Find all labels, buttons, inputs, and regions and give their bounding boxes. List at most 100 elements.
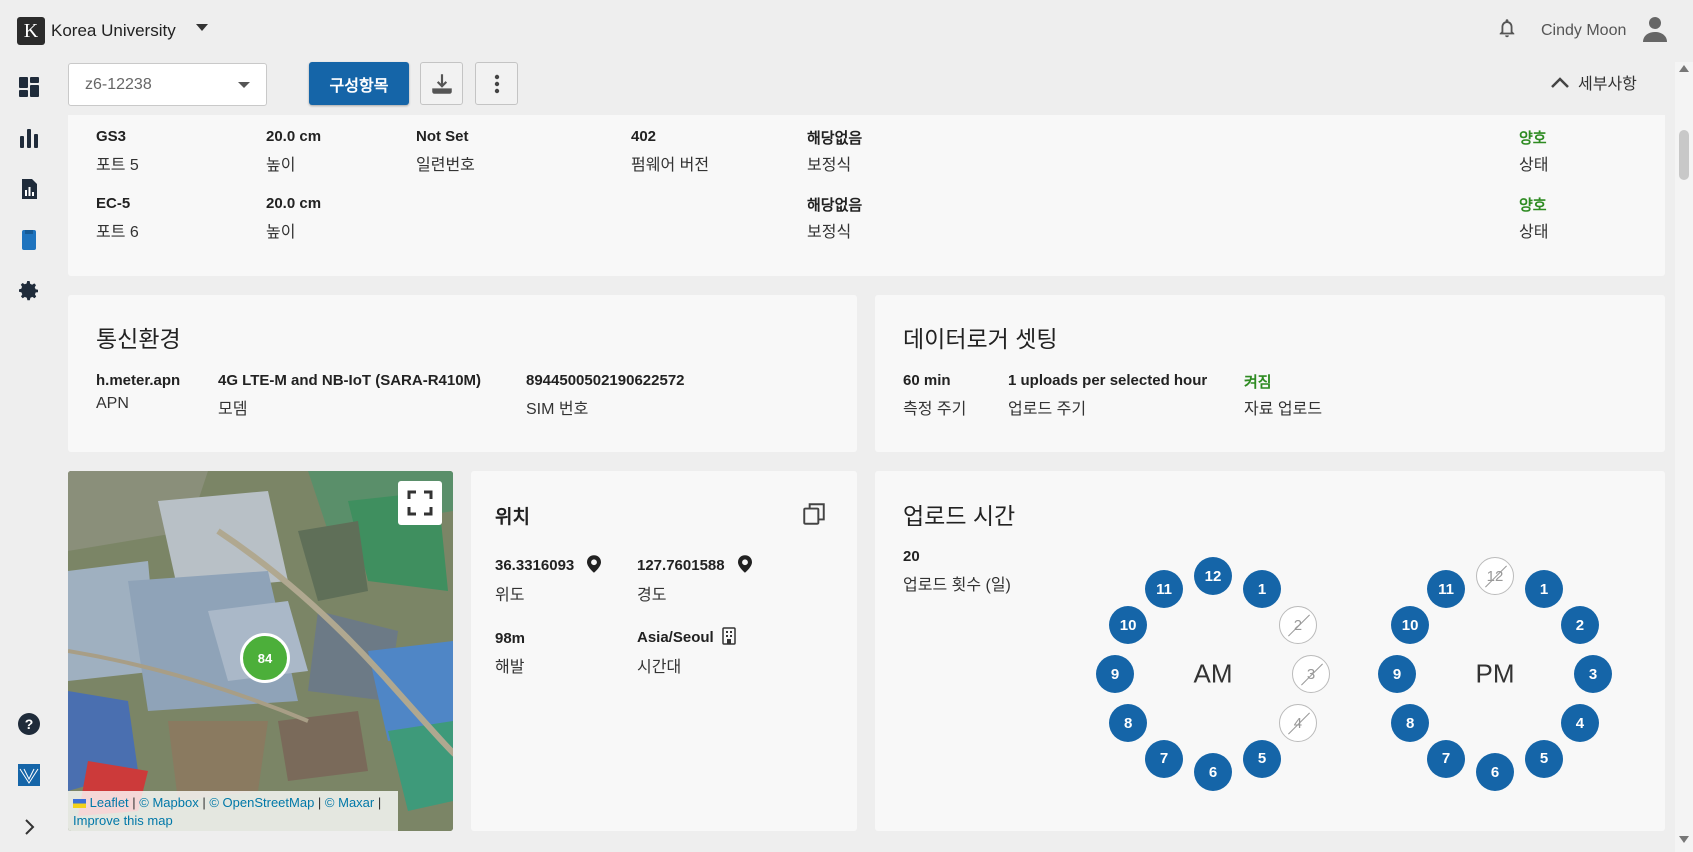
sim-label: SIM 번호 (526, 401, 589, 418)
dashboard-icon[interactable] (17, 75, 41, 99)
mapbox-link[interactable]: © Mapbox (139, 795, 198, 810)
interval-label: 측정 주기 (903, 401, 967, 418)
download-button[interactable] (420, 62, 463, 105)
sensor-serial: Not Set (416, 128, 469, 145)
fullscreen-button[interactable] (398, 481, 442, 525)
am-hour-9-on[interactable]: 9 (1096, 655, 1134, 693)
am-hour-11-on[interactable]: 11 (1145, 570, 1183, 609)
expand-chevron-icon[interactable] (17, 815, 41, 839)
am-hour-4-off[interactable]: 4 (1278, 704, 1317, 742)
maxar-link[interactable]: © Maxar (325, 795, 374, 810)
map-cluster-marker[interactable]: 84 (240, 633, 290, 683)
chevron-down-icon (238, 82, 250, 88)
building-icon (722, 627, 736, 645)
pm-hour-5-on[interactable]: 5 (1525, 739, 1563, 778)
download-icon (431, 73, 452, 94)
details-toggle-label: 세부사항 (1578, 76, 1637, 93)
sensor-name: GS3 (96, 128, 127, 145)
upload-count-value: 20 (903, 548, 920, 565)
pm-hour-12-off[interactable]: 12 (1476, 557, 1514, 595)
report-icon[interactable] (17, 177, 41, 201)
pin-icon (738, 555, 752, 573)
pm-hour-4-on[interactable]: 4 (1560, 704, 1599, 742)
comm-title: 통신환경 (96, 326, 181, 352)
am-hour-2-off[interactable]: 2 (1278, 606, 1317, 644)
chevron-down-icon[interactable] (196, 24, 208, 31)
upload-count-label: 업로드 횟수 (일) (903, 577, 1011, 594)
sensor-firmware: 402 (631, 128, 657, 145)
details-toggle[interactable]: 세부사항 (1550, 70, 1637, 94)
data-upload-label: 자료 업로드 (1244, 401, 1323, 418)
pin-icon (587, 555, 601, 573)
scroll-thumb[interactable] (1679, 130, 1689, 180)
leaflet-link[interactable]: Leaflet (90, 795, 129, 810)
am-hour-1-on[interactable]: 1 (1243, 570, 1281, 609)
device-icon[interactable] (17, 228, 41, 252)
pm-hour-9-on[interactable]: 9 (1378, 655, 1416, 693)
flag-icon (73, 799, 86, 809)
elevation-label: 해발 (495, 659, 525, 676)
am-hour-8-on[interactable]: 8 (1109, 704, 1148, 742)
upload-time-card: 업로드 시간 20 업로드 횟수 (일) AM 1 2 3 4 5 6 7 8 9 10 11 12 … (875, 471, 1665, 831)
upload-cycle-label: 업로드 주기 (1008, 401, 1087, 418)
latitude-value: 36.3316093 (495, 557, 575, 574)
pm-hour-10-on[interactable]: 10 (1391, 606, 1430, 644)
left-nav: ? (0, 62, 58, 852)
pm-hour-3-on[interactable]: 3 (1574, 655, 1612, 693)
upload-cycle-value: 1 uploads per selected hour (1008, 372, 1208, 389)
device-select[interactable]: z6-12238 (68, 63, 267, 106)
sensor-status-label: 상태 (1519, 224, 1549, 241)
help-icon[interactable]: ? (17, 712, 41, 736)
brand-icon[interactable] (17, 763, 41, 787)
pm-hour-8-on[interactable]: 8 (1391, 704, 1430, 742)
pm-hour-7-on[interactable]: 7 (1427, 739, 1465, 778)
copy-icon[interactable] (801, 501, 827, 527)
more-vert-icon (494, 74, 499, 93)
scroll-down-arrow[interactable] (1679, 836, 1689, 843)
improve-map-link[interactable]: Improve this map (73, 813, 173, 828)
more-button[interactable] (475, 62, 518, 105)
sensor-calibration-label: 보정식 (807, 157, 852, 174)
sensor-calibration: 해당없음 (807, 197, 863, 214)
bell-icon[interactable] (1496, 16, 1518, 40)
am-label: AM (1193, 658, 1233, 689)
comm-card: 통신환경 h.meter.apn APN 4G LTE-M and NB-IoT… (68, 295, 857, 452)
satellite-map[interactable]: 84 Leaflet | © Mapbox | © OpenStreetMap … (68, 471, 453, 831)
logger-card: 데이터로거 셋팅 60 min 측정 주기 1 uploads per sele… (875, 295, 1665, 452)
pm-hour-1-on[interactable]: 1 (1525, 570, 1563, 609)
org-logo[interactable]: K (17, 17, 45, 45)
am-hour-7-on[interactable]: 7 (1145, 739, 1183, 778)
gear-icon[interactable] (17, 279, 41, 303)
sensor-card: GS3 포트 5 20.0 cm 높이 Not Set 일련번호 402 펌웨어… (68, 115, 1665, 276)
elevation-value: 98m (495, 630, 526, 647)
apn-label: APN (96, 395, 129, 412)
top-bar: K Korea University Cindy Moon (0, 0, 1693, 62)
modem-label: 모뎀 (218, 401, 248, 418)
sensor-firmware-label: 펌웨어 버전 (631, 157, 710, 174)
am-hour-12-on[interactable]: 12 (1194, 557, 1232, 595)
config-button[interactable]: 구성항목 (309, 62, 409, 105)
interval-value: 60 min (903, 372, 951, 389)
pm-hour-11-on[interactable]: 11 (1427, 570, 1465, 609)
am-hour-6-on[interactable]: 6 (1194, 753, 1232, 791)
sensor-height: 20.0 cm (266, 128, 322, 145)
sensor-height: 20.0 cm (266, 195, 322, 212)
am-hour-5-on[interactable]: 5 (1243, 739, 1281, 778)
location-title: 위치 (495, 507, 530, 528)
osm-link[interactable]: © OpenStreetMap (209, 795, 314, 810)
user-icon[interactable] (1643, 16, 1667, 42)
device-select-value: z6-12238 (85, 76, 152, 93)
am-hour-3-off[interactable]: 3 (1292, 655, 1330, 693)
upload-time-title: 업로드 시간 (903, 503, 1016, 529)
org-name[interactable]: Korea University (51, 21, 176, 41)
bar-chart-icon[interactable] (17, 126, 41, 150)
pm-hour-2-on[interactable]: 2 (1560, 606, 1599, 644)
am-hour-10-on[interactable]: 10 (1109, 606, 1148, 644)
user-name[interactable]: Cindy Moon (1541, 22, 1626, 40)
sensor-port: 포트 6 (96, 224, 139, 241)
scroll-up-arrow[interactable] (1679, 65, 1689, 72)
page-scrollbar[interactable] (1675, 62, 1693, 852)
pm-hour-6-on[interactable]: 6 (1476, 753, 1514, 791)
data-upload-status: 켜짐 (1244, 374, 1272, 391)
chevron-up-icon (1551, 77, 1569, 88)
